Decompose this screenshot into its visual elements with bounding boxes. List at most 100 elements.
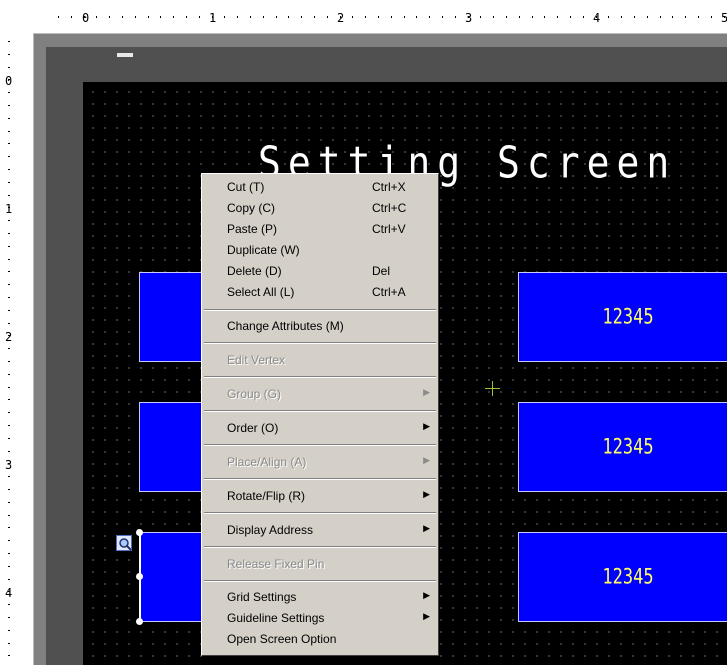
ruler-tick [8,502,10,503]
ruler-tick [557,16,558,18]
menu-item-rotate-flip[interactable]: Rotate/Flip (R) ▶ [204,486,436,507]
menu-item-label: Cut (T) [227,180,265,194]
ruler-tick [519,16,520,18]
selection-handle-bottom[interactable] [136,618,143,625]
ruler-tick [8,182,10,183]
ruler-tick [8,630,10,631]
menu-item-display-address[interactable]: Display Address ▶ [204,520,436,541]
ruler-tick [660,16,661,18]
menu-item-edit-vertex: Edit Vertex [204,350,436,371]
ruler-label-2: 2 [337,11,345,25]
menu-item-open-screen-option[interactable]: Open Screen Option [204,629,436,650]
vruler-label-2: 2 [5,330,13,344]
ruler-tick [122,16,123,18]
menu-item-delete[interactable]: Delete (D) Del [204,261,436,282]
ruler-tick [8,271,10,272]
menu-item-label: Copy (C) [227,201,276,215]
menu-item-guideline-settings[interactable]: Guideline Settings ▶ [204,608,436,629]
ruler-tick [391,16,392,18]
ruler-tick [8,361,10,362]
ruler-tick [8,540,10,541]
ruler-tick [8,655,10,656]
right-cell-top[interactable]: 12345 [518,272,727,362]
ruler-tick [8,476,10,477]
menu-separator [204,512,436,514]
selection-handle-top[interactable] [136,529,143,536]
ruler-tick [8,284,10,285]
ruler-tick [8,527,10,528]
menu-item-label: Delete (D) [227,264,282,278]
ruler-tick [608,16,609,18]
menu-item-cut[interactable]: Cut (T) Ctrl+X [204,177,436,198]
selection-handle-middle[interactable] [136,573,143,580]
left-cell-top[interactable] [139,272,209,362]
ruler-tick [250,16,251,18]
ruler-tick [8,566,10,567]
menu-separator [204,546,436,548]
right-cell-middle[interactable]: 12345 [518,402,727,492]
crosshair-cursor-icon [485,381,500,396]
menu-separator [204,410,436,412]
ruler-tick [352,16,353,18]
ruler-tick [365,16,366,18]
right-cell-bottom[interactable]: 12345 [518,532,727,622]
menu-item-label: Release Fixed Pin [227,557,325,571]
vertical-ruler-ticks [8,41,10,656]
cell-value: 12345 [602,304,654,330]
vruler-label-3: 3 [5,458,13,472]
ruler-tick [8,374,10,375]
magnifier-icon[interactable] [116,535,132,551]
menu-item-shortcut: Del [372,264,391,278]
ruler-tick [416,16,417,18]
menu-item-order[interactable]: Order (O) ▶ [204,418,436,439]
menu-item-label: Order (O) [227,421,279,435]
ruler-tick [8,131,10,132]
ruler-tick [8,54,10,55]
ruler-tick [314,16,315,18]
ruler-tick [327,16,328,18]
minimize-icon[interactable] [117,53,133,57]
ruler-tick [8,412,10,413]
ruler-tick [455,16,456,18]
menu-item-select-all[interactable]: Select All (L) Ctrl+A [204,282,436,303]
ruler-tick [8,310,10,311]
menu-item-label: Guideline Settings [227,611,325,625]
menu-item-copy[interactable]: Copy (C) Ctrl+C [204,198,436,219]
menu-item-group: Group (G) ▶ [204,384,436,405]
ruler-tick [634,16,635,18]
ruler-tick [685,16,686,18]
ruler-label-5: 5 [721,12,727,24]
ruler-label-4: 4 [593,11,601,25]
menu-item-paste[interactable]: Paste (P) Ctrl+V [204,219,436,240]
ruler-corner [0,0,33,33]
ruler-tick [8,118,10,119]
ruler-tick [173,16,174,18]
cell-value: 12345 [602,564,654,590]
ruler-tick [8,579,10,580]
ruler-tick [583,16,584,18]
left-cell-bottom-selected[interactable] [139,532,209,622]
ruler-tick [621,16,622,18]
menu-item-label: Open Screen Option [227,632,337,646]
menu-item-grid-settings[interactable]: Grid Settings ▶ [204,587,436,608]
ruler-tick [8,156,10,157]
menu-item-duplicate[interactable]: Duplicate (W) [204,240,436,261]
vruler-label-0: 0 [5,74,13,88]
chevron-right-icon: ▶ [423,523,430,533]
menu-separator [204,580,436,582]
menu-item-change-attributes[interactable]: Change Attributes (M) [204,316,436,337]
ruler-tick [8,617,10,618]
menu-item-label: Select All (L) [227,285,295,299]
ruler-tick [288,16,289,18]
menu-item-label: Edit Vertex [227,353,286,367]
ruler-tick [532,16,533,18]
menu-separator [204,376,436,378]
ruler-tick [8,233,10,234]
ruler-label-1: 1 [209,11,217,25]
menu-item-label: Change Attributes (M) [227,319,344,333]
menu-item-shortcut: Ctrl+V [372,222,406,236]
ruler-tick [8,92,10,93]
left-cell-middle[interactable] [139,402,209,492]
ruler-tick [8,348,10,349]
ruler-tick [8,41,10,42]
